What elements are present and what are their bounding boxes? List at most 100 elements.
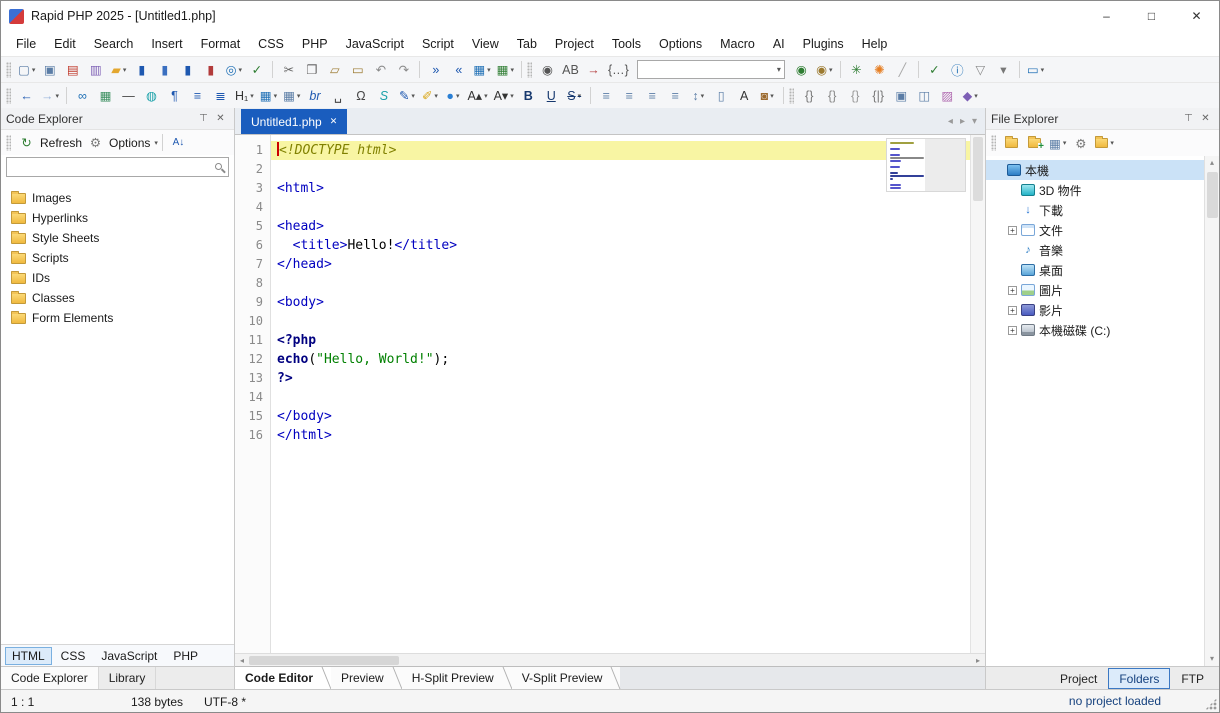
menu-item-view[interactable]: View: [463, 34, 508, 54]
braces-cursor-icon[interactable]: {|}: [868, 85, 889, 107]
menu-item-php[interactable]: PHP: [293, 34, 337, 54]
hyperlink-icon[interactable]: ∞: [72, 85, 93, 107]
refresh-label[interactable]: Refresh: [40, 136, 82, 150]
find-in-files-icon[interactable]: ◉: [537, 59, 558, 81]
paste-icon[interactable]: ▱: [324, 59, 345, 81]
style-braces-icon[interactable]: {}: [845, 85, 866, 107]
code-snippet-icon[interactable]: {…}: [606, 59, 631, 81]
scroll-left-icon[interactable]: ◂: [235, 656, 249, 665]
table-properties-icon[interactable]: ▦▾: [281, 85, 302, 107]
validate-icon[interactable]: ✓: [924, 59, 945, 81]
menu-item-search[interactable]: Search: [85, 34, 143, 54]
insert-table-icon[interactable]: ▦▾: [258, 85, 279, 107]
non-breaking-space-icon[interactable]: ␣: [327, 85, 348, 107]
menu-item-macro[interactable]: Macro: [711, 34, 764, 54]
spell-check-icon[interactable]: ✓: [246, 59, 267, 81]
file-explorer-item-i0[interactable]: 本機: [986, 160, 1204, 180]
minimap[interactable]: [886, 138, 966, 192]
scrollbar-thumb[interactable]: [1207, 172, 1218, 218]
minimize-button[interactable]: –: [1084, 1, 1129, 31]
replace-in-files-icon[interactable]: AB: [560, 59, 581, 81]
scroll-down-icon[interactable]: ▾: [1205, 652, 1219, 666]
paragraph-icon[interactable]: ¶: [164, 85, 185, 107]
document-tab-untitled1[interactable]: Untitled1.php ✕: [241, 109, 347, 134]
file-explorer-item-c[interactable]: +本機磁碟 (C:): [986, 320, 1204, 340]
table-wizard-icon[interactable]: ▦▾: [495, 59, 516, 81]
cut-icon[interactable]: ✂: [278, 59, 299, 81]
heading-icon[interactable]: H₁▾: [233, 85, 256, 107]
scroll-right-icon[interactable]: ▸: [971, 656, 985, 665]
code-explorer-item-ids[interactable]: IDs: [1, 268, 234, 288]
goto-icon[interactable]: →: [583, 59, 604, 81]
menu-item-tools[interactable]: Tools: [603, 34, 650, 54]
menu-item-plugins[interactable]: Plugins: [794, 34, 853, 54]
close-tab-icon[interactable]: ✕: [330, 116, 338, 127]
panel-tab-folders[interactable]: Folders: [1108, 668, 1170, 689]
page-properties-icon[interactable]: ▯: [711, 85, 732, 107]
script-braces-icon[interactable]: {}: [822, 85, 843, 107]
highlight-icon[interactable]: ✐▾: [419, 85, 440, 107]
code-explorer-item-form-elements[interactable]: Form Elements: [1, 308, 234, 328]
decrease-font-icon[interactable]: A▾▾: [492, 85, 516, 107]
menu-item-ai[interactable]: AI: [764, 34, 794, 54]
close-panel-icon[interactable]: ✕: [1197, 113, 1214, 124]
expand-icon[interactable]: +: [1008, 226, 1017, 235]
highlight-off-icon[interactable]: ╱: [892, 59, 913, 81]
code-editor[interactable]: 12345678910111213141516 <!DOCTYPE html><…: [235, 134, 985, 653]
find-next-icon[interactable]: ◉: [791, 59, 812, 81]
lang-tab-php[interactable]: PHP: [166, 647, 205, 665]
pin-icon[interactable]: ⊤: [1180, 113, 1197, 124]
panel-tab-project[interactable]: Project: [1049, 668, 1108, 689]
menu-item-project[interactable]: Project: [546, 34, 603, 54]
menu-item-edit[interactable]: Edit: [45, 34, 85, 54]
print-icon[interactable]: ▥: [85, 59, 106, 81]
scroll-up-icon[interactable]: ▴: [1205, 156, 1219, 170]
file-explorer-item-i5[interactable]: 桌面: [986, 260, 1204, 280]
code-explorer-item-classes[interactable]: Classes: [1, 288, 234, 308]
font-color-icon[interactable]: ✎▾: [396, 85, 417, 107]
menu-item-tab[interactable]: Tab: [508, 34, 546, 54]
strikethrough-icon[interactable]: S▾: [564, 85, 585, 107]
code-lines[interactable]: <!DOCTYPE html><html><head> <title>Hello…: [271, 135, 970, 653]
file-explorer-item-3d[interactable]: 3D 物件: [986, 180, 1204, 200]
view-tab-h-split-preview[interactable]: H-Split Preview: [402, 667, 512, 689]
scrollbar-thumb[interactable]: [249, 656, 399, 665]
save-all-icon[interactable]: ▮: [177, 59, 198, 81]
menu-item-css[interactable]: CSS: [249, 34, 293, 54]
pin-icon[interactable]: ⊤: [195, 113, 212, 124]
close-button[interactable]: ✕: [1174, 1, 1219, 31]
options-gear-icon[interactable]: ⚙: [85, 132, 106, 154]
scrollbar-thumb[interactable]: [973, 137, 983, 201]
insert-table-icon[interactable]: ▦▾: [471, 59, 492, 81]
open-folder-icon[interactable]: [1001, 132, 1022, 154]
filter-icon[interactable]: ▽: [970, 59, 991, 81]
tab-list-icon[interactable]: ▾: [972, 116, 977, 127]
numbered-list-icon[interactable]: ≣: [210, 85, 231, 107]
file-explorer-item-i3[interactable]: +文件: [986, 220, 1204, 240]
horizontal-scrollbar[interactable]: ◂ ▸: [235, 653, 985, 666]
refresh-icon[interactable]: ↻: [16, 132, 37, 154]
bold-icon[interactable]: B: [518, 85, 539, 107]
sort-icon[interactable]: A↓: [168, 132, 189, 154]
file-explorer-scrollbar[interactable]: ▴ ▾: [1204, 156, 1219, 666]
increase-font-icon[interactable]: A▴▾: [465, 85, 489, 107]
indent-decrease-icon[interactable]: «: [448, 59, 469, 81]
expand-icon[interactable]: +: [1008, 286, 1017, 295]
comment-icon[interactable]: ◍: [141, 85, 162, 107]
line-break-icon[interactable]: br: [304, 85, 325, 107]
next-tab-icon[interactable]: ▸: [960, 116, 965, 127]
text-color-icon[interactable]: A: [734, 85, 755, 107]
toolbar-search-combobox[interactable]: ▾: [637, 60, 785, 79]
code-explorer-item-images[interactable]: Images: [1, 188, 234, 208]
lang-tab-css[interactable]: CSS: [54, 647, 93, 665]
code-explorer-item-scripts[interactable]: Scripts: [1, 248, 234, 268]
code-beautify-icon[interactable]: ✺: [869, 59, 890, 81]
css-style-icon[interactable]: S: [373, 85, 394, 107]
color-picker-icon[interactable]: ●▾: [442, 85, 463, 107]
horizontal-rule-icon[interactable]: —: [118, 85, 139, 107]
file-explorer-item-i4[interactable]: 音樂: [986, 240, 1204, 260]
code-explorer-item-hyperlinks[interactable]: Hyperlinks: [1, 208, 234, 228]
vertical-scrollbar[interactable]: [970, 135, 985, 653]
lang-tab-javascript[interactable]: JavaScript: [94, 647, 164, 665]
maximize-button[interactable]: □: [1129, 1, 1174, 31]
